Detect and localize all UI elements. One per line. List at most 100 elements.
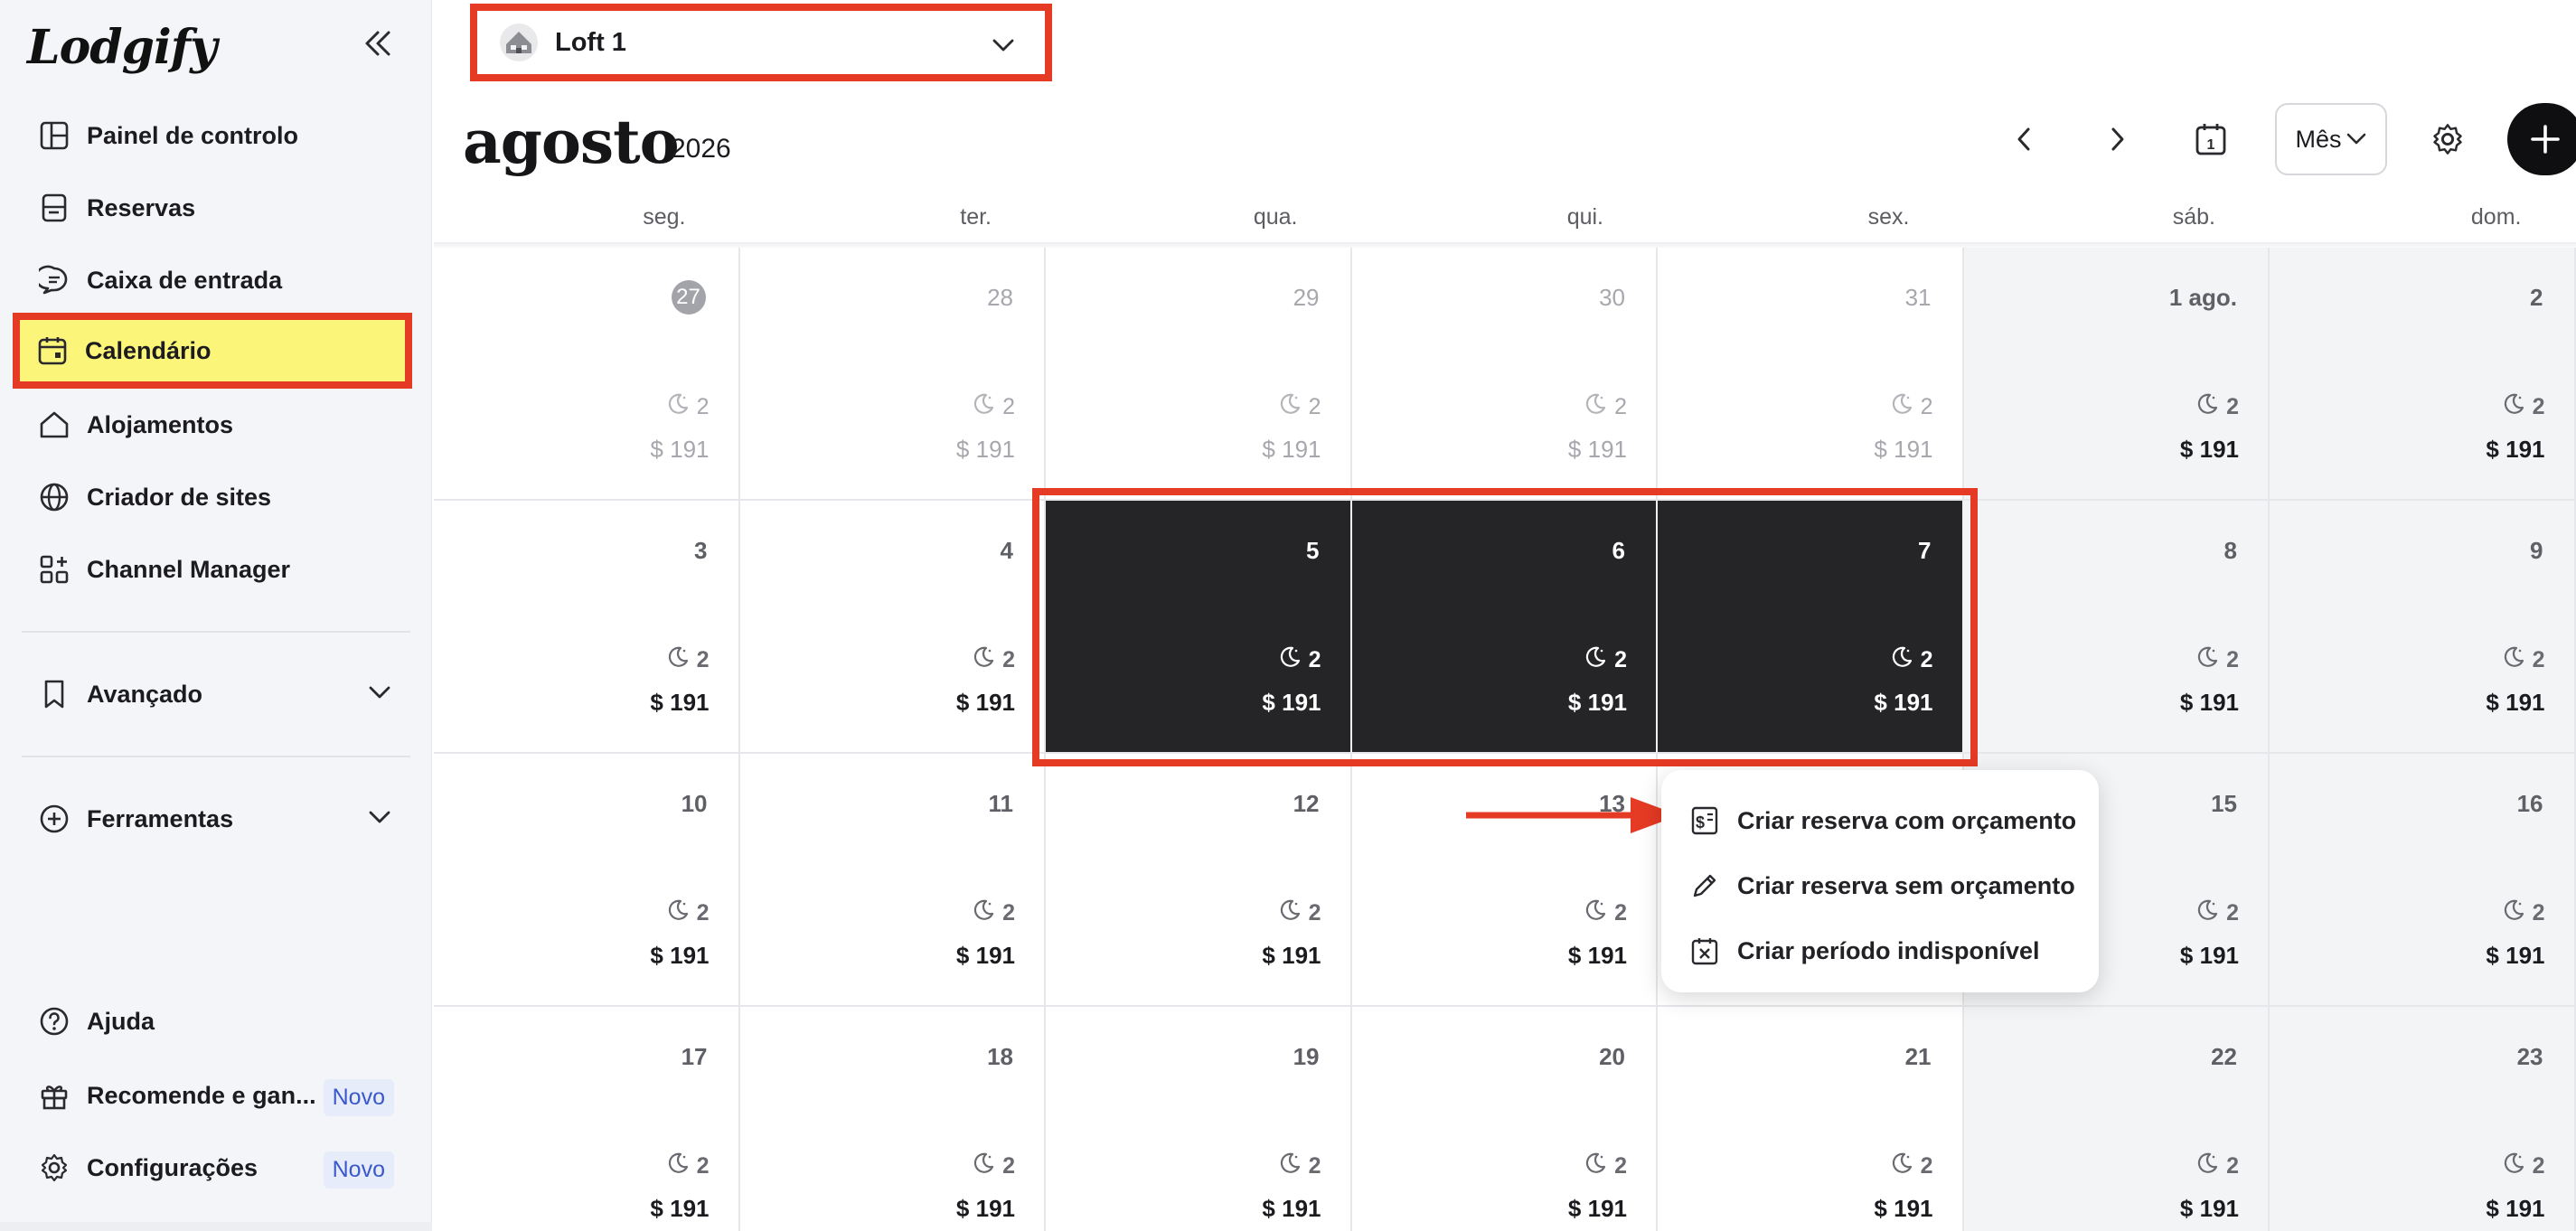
previous-month-button[interactable]	[1998, 112, 2052, 166]
next-month-button[interactable]	[2090, 112, 2144, 166]
sidebar-item-channel-manager[interactable]: Channel Manager	[18, 535, 410, 604]
calendar-day-cell[interactable]: 12 2 $ 191	[1046, 754, 1352, 1007]
sidebar-item-refer[interactable]: Recomende e gan... Novo	[18, 1061, 410, 1130]
calendar-day-cell[interactable]: 28 2 $ 191	[739, 248, 1046, 501]
calendar-day-cell[interactable]: 1 ago. 2 $ 191	[1963, 248, 2270, 501]
nightly-price: $ 191	[2486, 436, 2545, 463]
calendar-day-cell[interactable]: 19 2 $ 191	[1046, 1007, 1352, 1231]
min-stay: 2	[1278, 645, 1321, 675]
sidebar-item-site-builder[interactable]: Criador de sites	[18, 463, 410, 531]
min-stay: 2	[1584, 898, 1627, 928]
calendar-day-cell[interactable]: 5 2 $ 191	[1046, 501, 1352, 754]
moon-icon	[1584, 1151, 1607, 1181]
calendar-day-cell[interactable]: 16 2 $ 191	[2270, 754, 2576, 1007]
home-icon	[36, 407, 72, 443]
nightly-price: $ 191	[650, 436, 710, 463]
min-stay-value: 2	[1614, 900, 1627, 926]
calendar-day-cell[interactable]: 18 2 $ 191	[739, 1007, 1046, 1231]
add-button[interactable]	[2507, 103, 2576, 175]
min-stay-value: 2	[2532, 647, 2545, 672]
chevron-down-icon	[992, 39, 1014, 52]
calendar-day-cell[interactable]: 13 2 $ 191	[1351, 754, 1658, 1007]
nightly-price: $ 191	[650, 689, 710, 716]
min-stay-value: 2	[1002, 900, 1015, 926]
min-stay: 2	[1890, 392, 1933, 422]
menu-item-booking-with-quote[interactable]: $ Criar reserva com orçamento	[1688, 795, 2076, 846]
calendar-day-cell[interactable]: 22 2 $ 191	[1963, 1007, 2270, 1231]
sidebar-item-label: Ajuda	[87, 1007, 155, 1035]
day-number: 31	[1904, 284, 1932, 311]
min-stay-value: 2	[696, 900, 710, 926]
globe-icon	[36, 479, 72, 515]
weekday-label: sáb.	[2172, 204, 2215, 230]
calendar-day-cell[interactable]: 7 2 $ 191	[1658, 501, 1964, 754]
moon-icon	[2502, 1151, 2525, 1181]
calendar-day-cell[interactable]: 10 2 $ 191	[434, 754, 740, 1007]
day-number: 12	[1293, 790, 1320, 817]
calendar-day-cell[interactable]: 27 2 $ 191	[434, 248, 740, 501]
min-stay-value: 2	[1002, 647, 1015, 672]
sidebar-item-label: Caixa de entrada	[87, 266, 283, 294]
moon-icon	[972, 898, 995, 928]
min-stay: 2	[1890, 645, 1933, 675]
view-select[interactable]: Mês	[2275, 103, 2387, 175]
chevron-down-icon	[369, 686, 390, 699]
calendar-day-cell[interactable]: 20 2 $ 191	[1351, 1007, 1658, 1231]
sidebar-item-dashboard[interactable]: Painel de controlo	[18, 101, 410, 170]
sidebar-item-reservations[interactable]: Reservas	[18, 174, 410, 242]
sidebar-item-label: Calendário	[85, 336, 212, 364]
help-icon	[36, 1003, 72, 1039]
nightly-price: $ 191	[650, 942, 710, 969]
nightly-price: $ 191	[1874, 1195, 1933, 1222]
day-number: 2	[2530, 284, 2543, 311]
svg-text:1: 1	[2207, 137, 2215, 153]
moon-icon	[1278, 645, 1302, 675]
nightly-price: $ 191	[1567, 942, 1627, 969]
sidebar-section-advanced[interactable]: Avançado	[18, 660, 410, 728]
bookmark-icon	[36, 676, 72, 712]
calendar-day-cell[interactable]: 17 2 $ 191	[434, 1007, 740, 1231]
menu-item-booking-without-quote[interactable]: Criar reserva sem orçamento	[1688, 860, 2075, 911]
min-stay-value: 2	[2532, 394, 2545, 419]
weekday-label: qua.	[1253, 204, 1298, 230]
today-button[interactable]: 1	[2184, 112, 2238, 166]
calendar-day-cell[interactable]: 8 2 $ 191	[1963, 501, 2270, 754]
calendar-day-cell[interactable]: 23 2 $ 191	[2270, 1007, 2576, 1231]
nav-divider	[22, 756, 410, 757]
nightly-price: $ 191	[2486, 1195, 2545, 1222]
min-stay-value: 2	[696, 647, 710, 672]
calendar-day-cell[interactable]: 3 2 $ 191	[434, 501, 740, 754]
nightly-price: $ 191	[955, 1195, 1015, 1222]
calendar-day-cell[interactable]: 31 2 $ 191	[1658, 248, 1964, 501]
weekday-label: sex.	[1867, 204, 1910, 230]
calendar-day-cell[interactable]: 29 2 $ 191	[1046, 248, 1352, 501]
min-stay: 2	[666, 392, 710, 422]
calendar-day-cell[interactable]: 9 2 $ 191	[2270, 501, 2576, 754]
calendar-day-cell[interactable]: 11 2 $ 191	[739, 754, 1046, 1007]
day-number: 3	[694, 537, 708, 564]
nightly-price: $ 191	[2486, 942, 2545, 969]
channel-grid-icon	[36, 551, 72, 587]
collapse-sidebar-button[interactable]	[360, 27, 396, 60]
sidebar-item-label: Criador de sites	[87, 483, 272, 511]
nightly-price: $ 191	[955, 436, 1015, 463]
sidebar-item-help[interactable]: Ajuda	[18, 987, 410, 1056]
sidebar-item-settings[interactable]: Configurações Novo	[18, 1133, 410, 1202]
inbox-chat-icon	[36, 262, 72, 298]
calendar-day-cell[interactable]: 4 2 $ 191	[739, 501, 1046, 754]
sidebar-item-inbox[interactable]: Caixa de entrada	[18, 246, 410, 315]
sidebar-section-tools[interactable]: Ferramentas	[18, 785, 410, 853]
calendar-day-cell[interactable]: 2 2 $ 191	[2270, 248, 2576, 501]
sidebar-item-properties[interactable]: Alojamentos	[18, 390, 410, 459]
min-stay-value: 2	[2532, 900, 2545, 926]
property-select[interactable]: Loft 1	[470, 4, 1052, 81]
weekday-label: qui.	[1566, 204, 1603, 230]
calendar-day-cell[interactable]: 30 2 $ 191	[1351, 248, 1658, 501]
sidebar-item-calendar[interactable]: Calendário	[13, 313, 412, 389]
calendar-settings-button[interactable]	[2421, 112, 2475, 166]
menu-item-unavailable-period[interactable]: Criar período indisponível	[1688, 926, 2040, 976]
calendar-day-cell[interactable]: 21 2 $ 191	[1658, 1007, 1964, 1231]
sidebar-item-label: Alojamentos	[87, 410, 234, 438]
calendar-day-cell[interactable]: 6 2 $ 191	[1351, 501, 1658, 754]
chevron-left-icon	[2017, 127, 2030, 151]
